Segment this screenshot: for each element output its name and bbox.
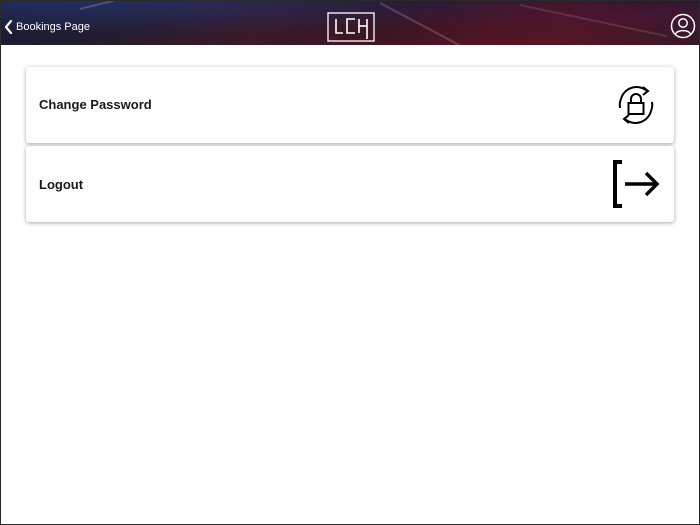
background-streak: [79, 0, 197, 10]
chevron-left-icon: [4, 20, 13, 34]
user-circle-icon[interactable]: [670, 13, 696, 39]
background-streak: [519, 4, 667, 38]
logout-label: Logout: [39, 177, 84, 192]
change-password-label: Change Password: [39, 97, 152, 112]
lch-logo: [327, 12, 375, 42]
top-bar: Bookings Page: [0, 0, 700, 45]
back-button[interactable]: Bookings Page: [4, 17, 90, 37]
logout-icon: [613, 160, 660, 208]
lock-refresh-icon: [618, 86, 654, 124]
back-button-label: Bookings Page: [16, 21, 90, 33]
change-password-button[interactable]: Change Password: [26, 67, 674, 143]
logout-button[interactable]: Logout: [26, 146, 674, 222]
background-streak: [379, 2, 460, 45]
